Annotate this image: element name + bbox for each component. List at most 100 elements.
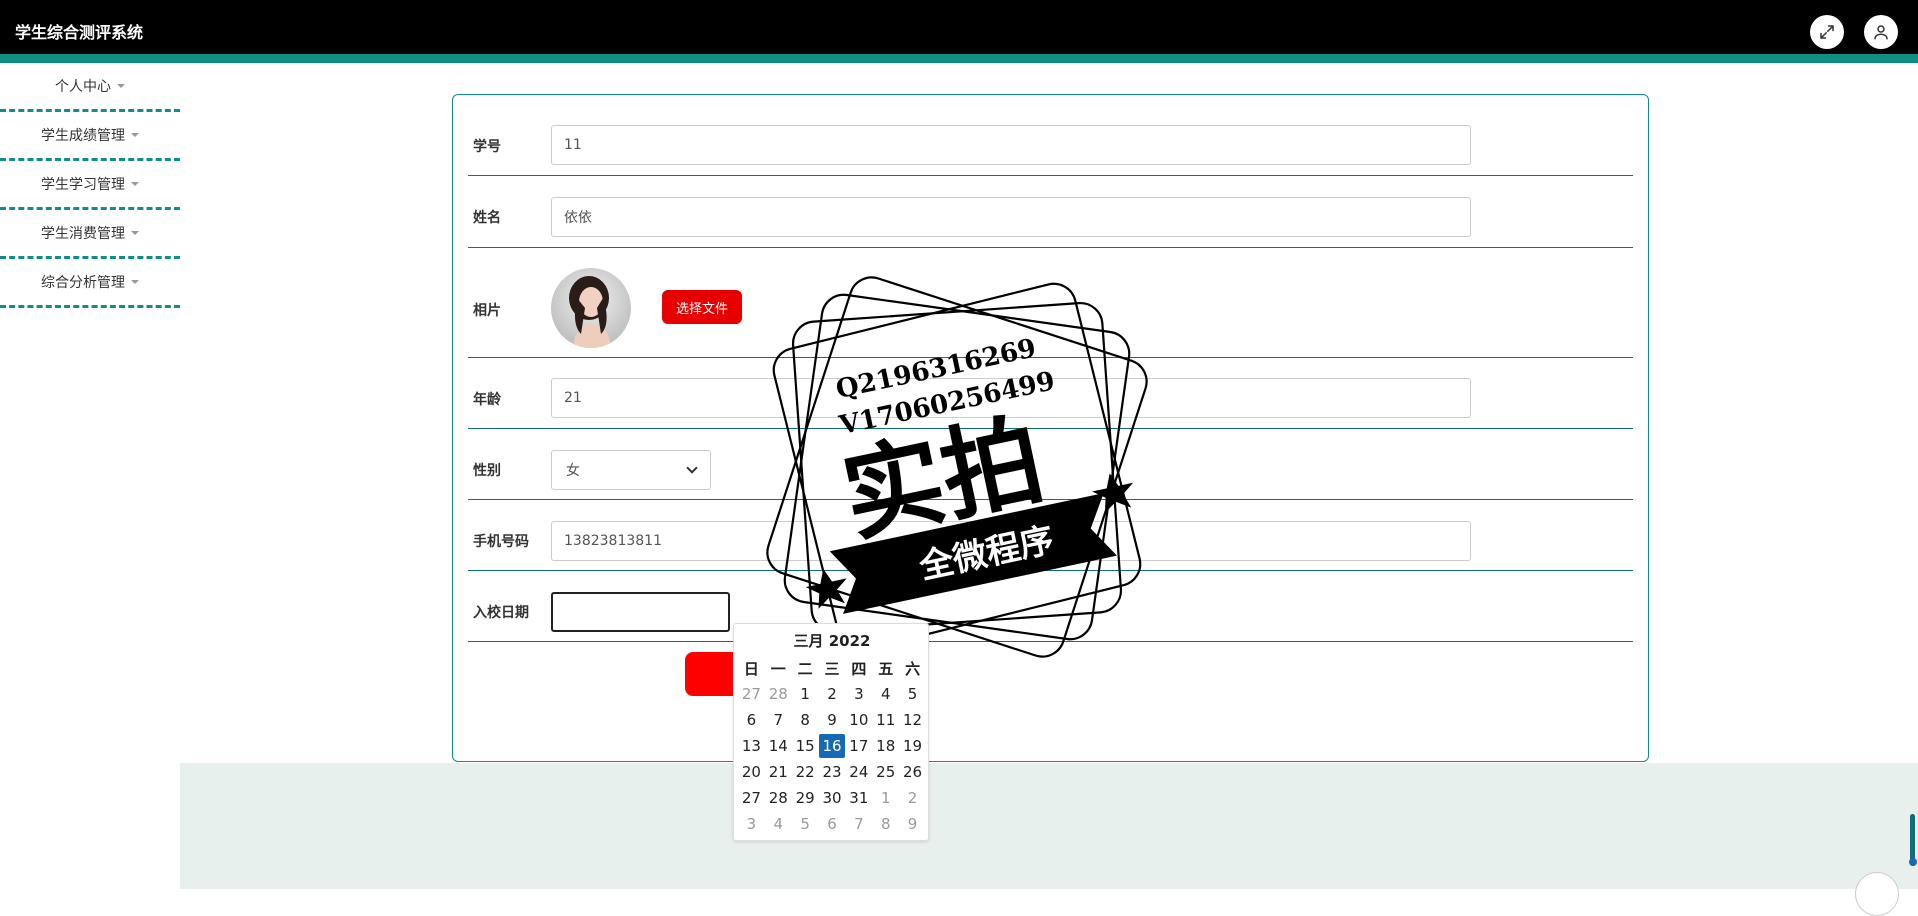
calendar-day-number: 3 [854,685,864,703]
calendar-day[interactable]: 19 [899,733,926,759]
calendar-day[interactable]: 29 [792,785,819,811]
calendar-day[interactable]: 21 [765,759,792,785]
calendar-day-number: 12 [903,711,923,729]
calendar-day[interactable]: 12 [899,707,926,733]
calendar-day-number: 15 [795,737,815,755]
calendar-day[interactable]: 9 [819,707,846,733]
submit-button[interactable] [685,652,735,696]
calendar-day[interactable]: 17 [845,733,872,759]
gender-selected-value: 女 [566,463,580,479]
form-row-student-id: 学号 11 [468,95,1633,176]
calendar-day[interactable]: 5 [899,681,926,707]
calendar-day-number: 18 [876,737,896,755]
calendar-day[interactable]: 30 [819,785,846,811]
age-input[interactable]: 21 [551,378,1471,418]
calendar-day-number: 14 [768,737,788,755]
calendar-day-number: 9 [907,815,918,833]
sidebar-item-analysis-management[interactable]: 综合分析管理 [0,259,180,308]
calendar-day[interactable]: 11 [872,707,899,733]
calendar-day[interactable]: 22 [792,759,819,785]
scroll-indicator [1909,858,1917,866]
calendar-day-number: 4 [880,685,891,703]
gender-label: 性别 [473,463,501,479]
calendar-day-number: 5 [800,815,810,833]
weekday-header: 四 [851,659,867,678]
sidebar-item-score-management[interactable]: 学生成绩管理 [0,112,180,161]
student-id-input[interactable]: 11 [551,125,1471,165]
sidebar-item-label: 综合分析管理 [41,275,125,291]
calendar-day-selected[interactable]: 16 [818,733,846,759]
sidebar-item-study-management[interactable]: 学生学习管理 [0,161,180,210]
calendar-day[interactable]: 4 [765,811,792,837]
caret-down-icon [131,231,139,235]
calendar-day[interactable]: 7 [765,707,792,733]
calendar-day[interactable]: 6 [738,707,765,733]
enroll-date-input[interactable] [551,592,730,632]
gender-select[interactable]: 女 [551,450,711,490]
calendar-day[interactable]: 4 [872,681,899,707]
calendar-day-number: 24 [849,763,869,781]
calendar-day-number: 3 [746,815,757,833]
weekday-header: 二 [797,659,813,678]
calendar-day-number: 10 [849,711,869,729]
calendar-day-number: 2 [907,789,918,807]
calendar-day[interactable]: 27 [738,785,765,811]
calendar-day[interactable]: 28 [765,681,792,707]
form-row-name: 姓名 依依 [468,176,1633,248]
calendar-day-number: 26 [903,763,923,781]
calendar-day[interactable]: 6 [819,811,846,837]
calendar-day[interactable]: 3 [738,811,765,837]
form-row-enroll-date: 入校日期 [468,571,1633,642]
calendar-day[interactable]: 27 [738,681,765,707]
sidebar-item-personal-center[interactable]: 个人中心 [0,63,180,112]
fullscreen-icon[interactable] [1810,15,1844,49]
calendar-day[interactable]: 28 [765,785,792,811]
form-row-phone: 手机号码 13823813811 [468,500,1633,571]
calendar-day-number: 29 [795,789,815,807]
top-accent-bar [0,54,1918,63]
calendar-day[interactable]: 25 [872,759,899,785]
calendar-day-number: 27 [741,789,761,807]
calendar-day-number: 6 [746,711,757,729]
calendar-day-number: 28 [768,685,788,703]
calendar-day[interactable]: 18 [872,733,899,759]
sidebar-item-consumption-management[interactable]: 学生消费管理 [0,210,180,259]
calendar-day[interactable]: 10 [845,707,872,733]
user-icon[interactable] [1864,15,1898,49]
calendar-day[interactable]: 24 [845,759,872,785]
photo-label: 相片 [473,303,501,319]
calendar-day[interactable]: 8 [792,707,819,733]
phone-input[interactable]: 13823813811 [551,521,1471,561]
calendar-day[interactable]: 15 [792,733,819,759]
calendar-day[interactable]: 1 [872,785,899,811]
calendar-day[interactable]: 20 [738,759,765,785]
calendar-month-header[interactable]: 三月 2022 [734,630,930,651]
age-label: 年龄 [473,392,501,408]
calendar-day-number: 4 [773,815,784,833]
calendar-day[interactable]: 14 [765,733,792,759]
calendar-day-number: 2 [827,685,837,703]
app-title: 学生综合测评系统 [15,23,144,42]
calendar-day[interactable]: 8 [872,811,899,837]
back-to-top-button[interactable] [1855,872,1899,916]
calendar-day[interactable]: 1 [792,681,819,707]
calendar-day-number: 31 [849,789,869,807]
calendar-day[interactable]: 9 [899,811,926,837]
calendar-day[interactable]: 23 [819,759,846,785]
calendar-day[interactable]: 5 [792,811,819,837]
weekday-header: 一 [770,659,786,678]
choose-file-button[interactable]: 选择文件 [662,290,742,324]
calendar-day[interactable]: 31 [845,785,872,811]
calendar-day[interactable]: 13 [738,733,765,759]
calendar-day[interactable]: 26 [899,759,926,785]
calendar-day-number: 7 [773,711,784,729]
calendar-day[interactable]: 2 [899,785,926,811]
enroll-date-label: 入校日期 [473,605,529,621]
calendar-day[interactable]: 7 [845,811,872,837]
calendar-day[interactable]: 3 [845,681,872,707]
name-input[interactable]: 依依 [551,197,1471,237]
calendar-day[interactable]: 2 [819,681,846,707]
chevron-down-icon [686,462,698,474]
caret-down-icon [131,133,139,137]
name-label: 姓名 [473,210,501,226]
